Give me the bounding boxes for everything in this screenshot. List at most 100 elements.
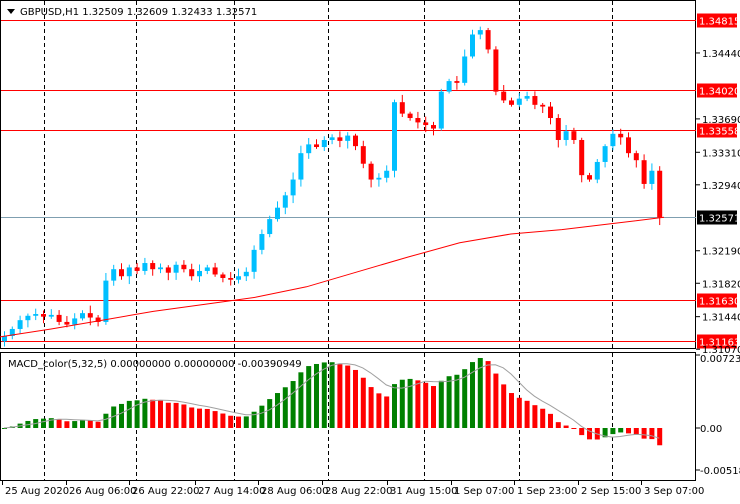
candle-body <box>563 131 569 140</box>
macd-bar <box>236 416 241 428</box>
candle-body <box>282 195 288 208</box>
candle-body <box>626 137 631 154</box>
candle-body <box>189 269 195 277</box>
macd-bar <box>423 382 429 428</box>
macd-bar <box>228 415 234 428</box>
macd-bar <box>220 413 226 428</box>
macd-bar <box>56 419 62 428</box>
candle-body <box>415 118 421 123</box>
price-chart[interactable]: 1.348151.340201.335581.316301.311631.325… <box>0 0 740 500</box>
macd-bar <box>298 372 304 428</box>
level-price-label: 1.34020 <box>699 87 740 98</box>
candle-body <box>555 118 561 140</box>
candle-body <box>126 267 132 277</box>
macd-bar <box>72 421 78 428</box>
candle-body <box>173 264 179 273</box>
macd-bar <box>80 419 85 428</box>
candle-body <box>25 315 31 321</box>
time-axis-label: 3 Sep 07:00 <box>644 486 704 497</box>
candle-body <box>431 125 436 129</box>
macd-bar <box>563 425 569 428</box>
price-axis-label: 1.33690 <box>702 115 740 126</box>
macd-bar <box>415 380 421 428</box>
macd-bar <box>516 397 522 428</box>
macd-bar <box>454 374 460 428</box>
macd-bar <box>555 422 561 428</box>
candle-body <box>477 30 483 35</box>
candle-body <box>532 96 538 105</box>
macd-bar <box>571 428 577 429</box>
candle-body <box>64 321 70 325</box>
candle-body <box>212 267 218 275</box>
macd-bar <box>306 366 312 428</box>
macd-bar <box>618 428 624 433</box>
time-axis-label: 26 Aug 06:00 <box>69 486 136 497</box>
candle-body <box>462 56 468 83</box>
macd-bar <box>212 411 218 428</box>
candle-body <box>72 318 78 325</box>
candle-body <box>641 160 647 184</box>
macd-bar <box>509 393 514 428</box>
macd-bar <box>657 428 663 446</box>
macd-bar <box>376 393 382 428</box>
candle-body <box>423 122 429 126</box>
macd-bar <box>501 384 507 428</box>
macd-axis-label: 0.00 <box>700 424 722 435</box>
candle-body <box>392 102 397 171</box>
candle-body <box>610 133 616 147</box>
macd-bar <box>126 400 132 428</box>
macd-bar <box>95 421 101 428</box>
macd-bar <box>267 399 273 428</box>
candle-body <box>345 135 351 141</box>
candle-body <box>306 144 312 154</box>
candle <box>493 46 499 96</box>
macd-bar <box>392 384 397 428</box>
macd-bar <box>259 405 265 428</box>
candle-body <box>438 91 444 129</box>
candle-body <box>470 34 475 57</box>
macd-bar <box>290 381 296 428</box>
macd-bar <box>493 373 499 428</box>
candle-body <box>119 269 124 277</box>
macd-bar <box>610 428 616 435</box>
macd-bar <box>431 386 436 428</box>
candle-body <box>633 153 639 161</box>
macd-bar <box>641 428 647 439</box>
macd-bar <box>485 361 491 428</box>
candle-body <box>618 133 624 138</box>
macd-bar <box>633 428 639 435</box>
macd-bar <box>204 408 210 428</box>
macd-bar <box>189 407 195 428</box>
macd-bar <box>197 408 202 428</box>
macd-bar <box>353 369 358 428</box>
symbol-info: GBPUSD,H1 1.32509 1.32609 1.32433 1.3257… <box>20 7 257 18</box>
macd-bar <box>368 387 374 428</box>
macd-bar <box>438 380 444 428</box>
current-price-label: 1.32571 <box>699 214 740 225</box>
candle-body <box>321 139 327 148</box>
candle-body <box>298 153 304 180</box>
candle <box>103 272 109 325</box>
price-axis-label: 1.32190 <box>702 247 740 258</box>
candle-body <box>540 104 546 107</box>
macd-title: MACD_color(5,32,5) 0.00000000 0.00000000… <box>8 359 302 370</box>
candle-body <box>485 30 491 50</box>
candle-body <box>243 271 249 277</box>
time-axis-label: 26 Aug 22:00 <box>132 486 199 497</box>
candle-body <box>197 270 202 277</box>
candle-body <box>41 314 46 317</box>
macd-bar <box>119 403 124 428</box>
candle-body <box>314 144 319 148</box>
candle-body <box>165 267 171 273</box>
candle-body <box>384 170 390 178</box>
candle-body <box>360 146 366 164</box>
macd-bar <box>275 393 280 428</box>
macd-bar <box>64 421 70 428</box>
candle-body <box>493 49 499 92</box>
macd-bar <box>150 399 156 428</box>
candle-body <box>48 314 54 317</box>
macd-bar <box>329 362 335 428</box>
macd-bar <box>181 404 187 428</box>
macd-bar <box>243 416 249 428</box>
candle-body <box>376 177 382 180</box>
